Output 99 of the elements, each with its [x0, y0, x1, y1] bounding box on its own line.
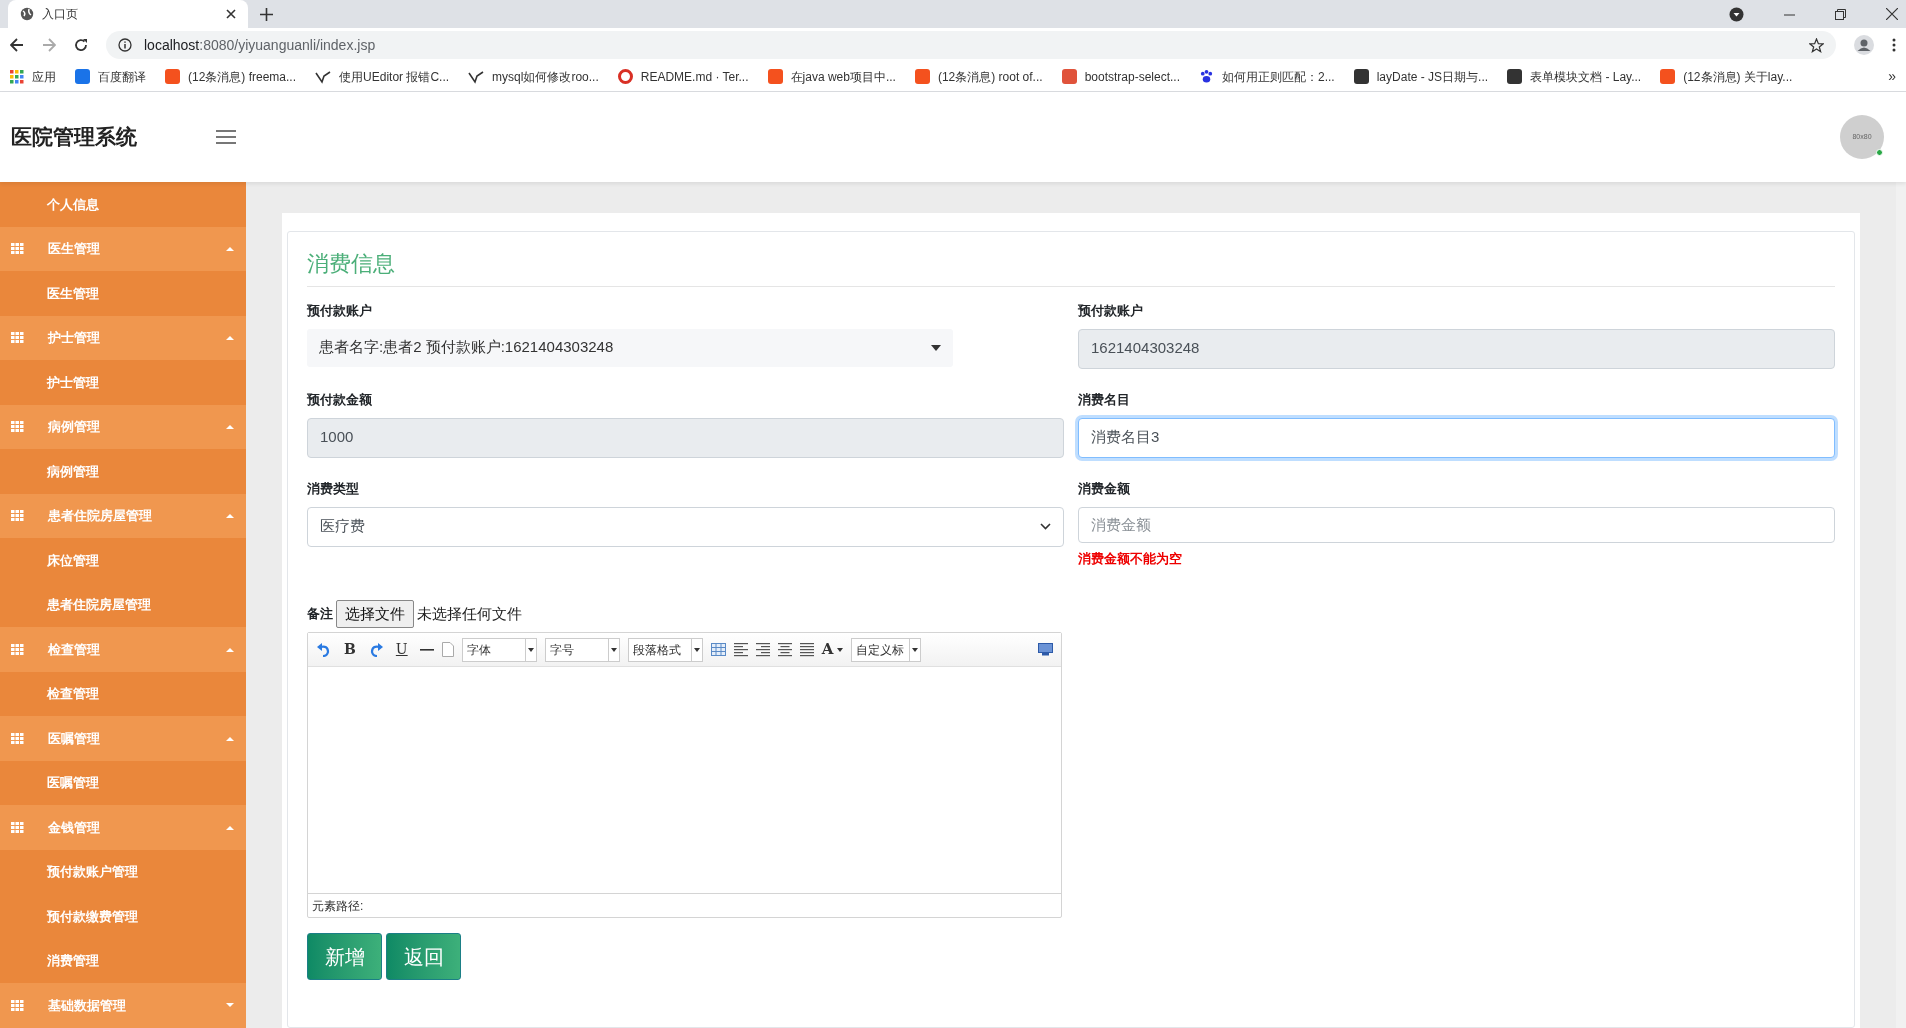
profile-icon[interactable] [1854, 35, 1874, 55]
new-tab-icon[interactable] [260, 8, 273, 21]
site-logo-icon [914, 69, 930, 84]
caret-icon [931, 344, 941, 351]
fullscreen-icon[interactable] [1038, 643, 1053, 656]
bookmark[interactable]: README.md · Ter... [617, 67, 749, 86]
site-logo-icon [1660, 69, 1676, 84]
caret-icon [912, 647, 919, 652]
field-label: 消费金额 [1078, 480, 1131, 498]
app-title: 医院管理系统 [11, 124, 137, 151]
caret-icon [226, 335, 234, 341]
readonly-field[interactable]: 1000 [307, 417, 1064, 458]
caret-icon [226, 735, 234, 741]
file-status: 未选择任何文件 [417, 603, 522, 624]
bookmark[interactable]: 百度翻译 [75, 67, 146, 86]
align-left-icon[interactable] [733, 642, 748, 657]
toolbar-dropdown[interactable]: 字体 [461, 637, 537, 662]
url-text: localhost:8080/yiyuanguanli/index.jsp [144, 35, 377, 55]
star-icon[interactable] [1809, 37, 1824, 53]
caret-icon [226, 513, 234, 519]
bookmark[interactable]: (12条消息) freema... [165, 67, 297, 86]
grid-icon [11, 999, 24, 1011]
action-button[interactable]: 新增 [307, 933, 382, 980]
site-logo-icon [1353, 69, 1369, 84]
type-select[interactable]: 医疗费 [307, 506, 1064, 547]
site-logo-icon [165, 69, 180, 84]
field-label: 预付款账户 [1078, 302, 1144, 320]
caret-icon [226, 646, 234, 652]
field-label: 预付款金额 [307, 391, 373, 409]
grid-icon [11, 243, 24, 255]
menu-icon[interactable] [1892, 38, 1896, 52]
caret-icon [610, 647, 617, 652]
close-icon[interactable] [226, 9, 236, 19]
bookmark[interactable]: 表单模块文档 - Lay... [1507, 67, 1642, 86]
grid-icon [11, 421, 24, 433]
input-field[interactable]: 消费金额 [1078, 506, 1835, 543]
grid-icon [11, 332, 24, 344]
bookmark[interactable]: 使用UEditor 报错C... [315, 67, 450, 86]
bookmark[interactable]: 如何用正则匹配：2... [1199, 67, 1335, 86]
input-field[interactable]: 消费名目3 [1078, 417, 1835, 458]
dropdown-circle-icon[interactable] [1729, 6, 1744, 22]
error-message: 消费金额不能为空 [1078, 549, 1183, 568]
site-logo-icon [75, 69, 90, 84]
bookmark[interactable]: 在java web项目中... [767, 67, 896, 86]
caret-icon [527, 647, 534, 652]
grid-icon [11, 821, 24, 833]
align-center-icon[interactable] [777, 642, 792, 657]
address-bar[interactable]: localhost:8080/yiyuanguanli/index.jsp [106, 31, 1836, 59]
browser-tab[interactable]: 入口页 [8, 0, 248, 28]
site-logo-icon [767, 69, 783, 84]
site-logo-icon [1061, 69, 1077, 84]
justify-icon[interactable] [799, 642, 814, 657]
back-arrow-icon[interactable] [10, 38, 24, 52]
bookmark[interactable]: 应用 [10, 67, 56, 86]
scrollbar[interactable] [1896, 182, 1906, 1028]
grid-icon [11, 510, 24, 522]
caret-icon [226, 246, 234, 252]
reload-icon[interactable] [74, 38, 88, 52]
undo-icon[interactable] [316, 642, 332, 657]
grid-icon [11, 643, 24, 655]
align-right-icon[interactable] [755, 642, 770, 657]
tab-title: 入口页 [42, 6, 79, 23]
account-picker[interactable]: 患者名字:患者2 预付款账户:1621404303248 [307, 328, 953, 367]
paw-icon [1199, 69, 1214, 84]
site-logo-icon [1507, 69, 1523, 84]
toolbar-dropdown[interactable]: 自定义标 [851, 637, 922, 662]
bookmark[interactable]: layDate - JS日期与... [1353, 67, 1489, 86]
choose-file-button[interactable]: 选择文件 [336, 600, 414, 628]
bookmark[interactable]: (12条消息) root of... [914, 67, 1043, 86]
apps-grid-icon [10, 69, 24, 84]
caret-icon [693, 647, 700, 652]
field-label: 备注 [307, 605, 333, 624]
caret-icon [226, 824, 234, 830]
more-bookmarks[interactable]: » [1888, 66, 1896, 87]
grid-icon [11, 732, 24, 744]
chevron-down-icon [1040, 523, 1051, 530]
toolbar-dropdown[interactable]: 段落格式 [627, 637, 703, 662]
close-icon[interactable] [1886, 8, 1898, 20]
action-button[interactable]: 返回 [386, 933, 461, 980]
info-icon[interactable] [118, 38, 132, 52]
underline-button[interactable]: U [391, 639, 412, 660]
caret-icon [226, 1002, 234, 1008]
field-label: 预付款账户 [307, 302, 373, 320]
toolbar-dropdown[interactable]: 字号 [544, 637, 620, 662]
form-title: 消费信息 [307, 247, 1835, 287]
readonly-field[interactable]: 1621404303248 [1078, 328, 1835, 369]
element-path: 元素路径: [312, 897, 364, 915]
field-label: 消费名目 [1078, 391, 1131, 409]
font-color-button[interactable]: A [821, 638, 844, 661]
bookmark[interactable]: mysql如何修改roo... [468, 67, 599, 86]
table-icon[interactable] [710, 643, 726, 656]
bookmark[interactable]: bootstrap-select... [1061, 67, 1180, 86]
caret-icon [226, 424, 234, 430]
caret-icon [837, 647, 844, 652]
restore-icon[interactable] [1835, 8, 1846, 20]
field-label: 消费类型 [307, 480, 360, 498]
bold-button[interactable]: B [340, 639, 360, 660]
globe-icon [20, 7, 34, 21]
bookmark[interactable]: (12条消息) 关于lay... [1660, 67, 1793, 86]
